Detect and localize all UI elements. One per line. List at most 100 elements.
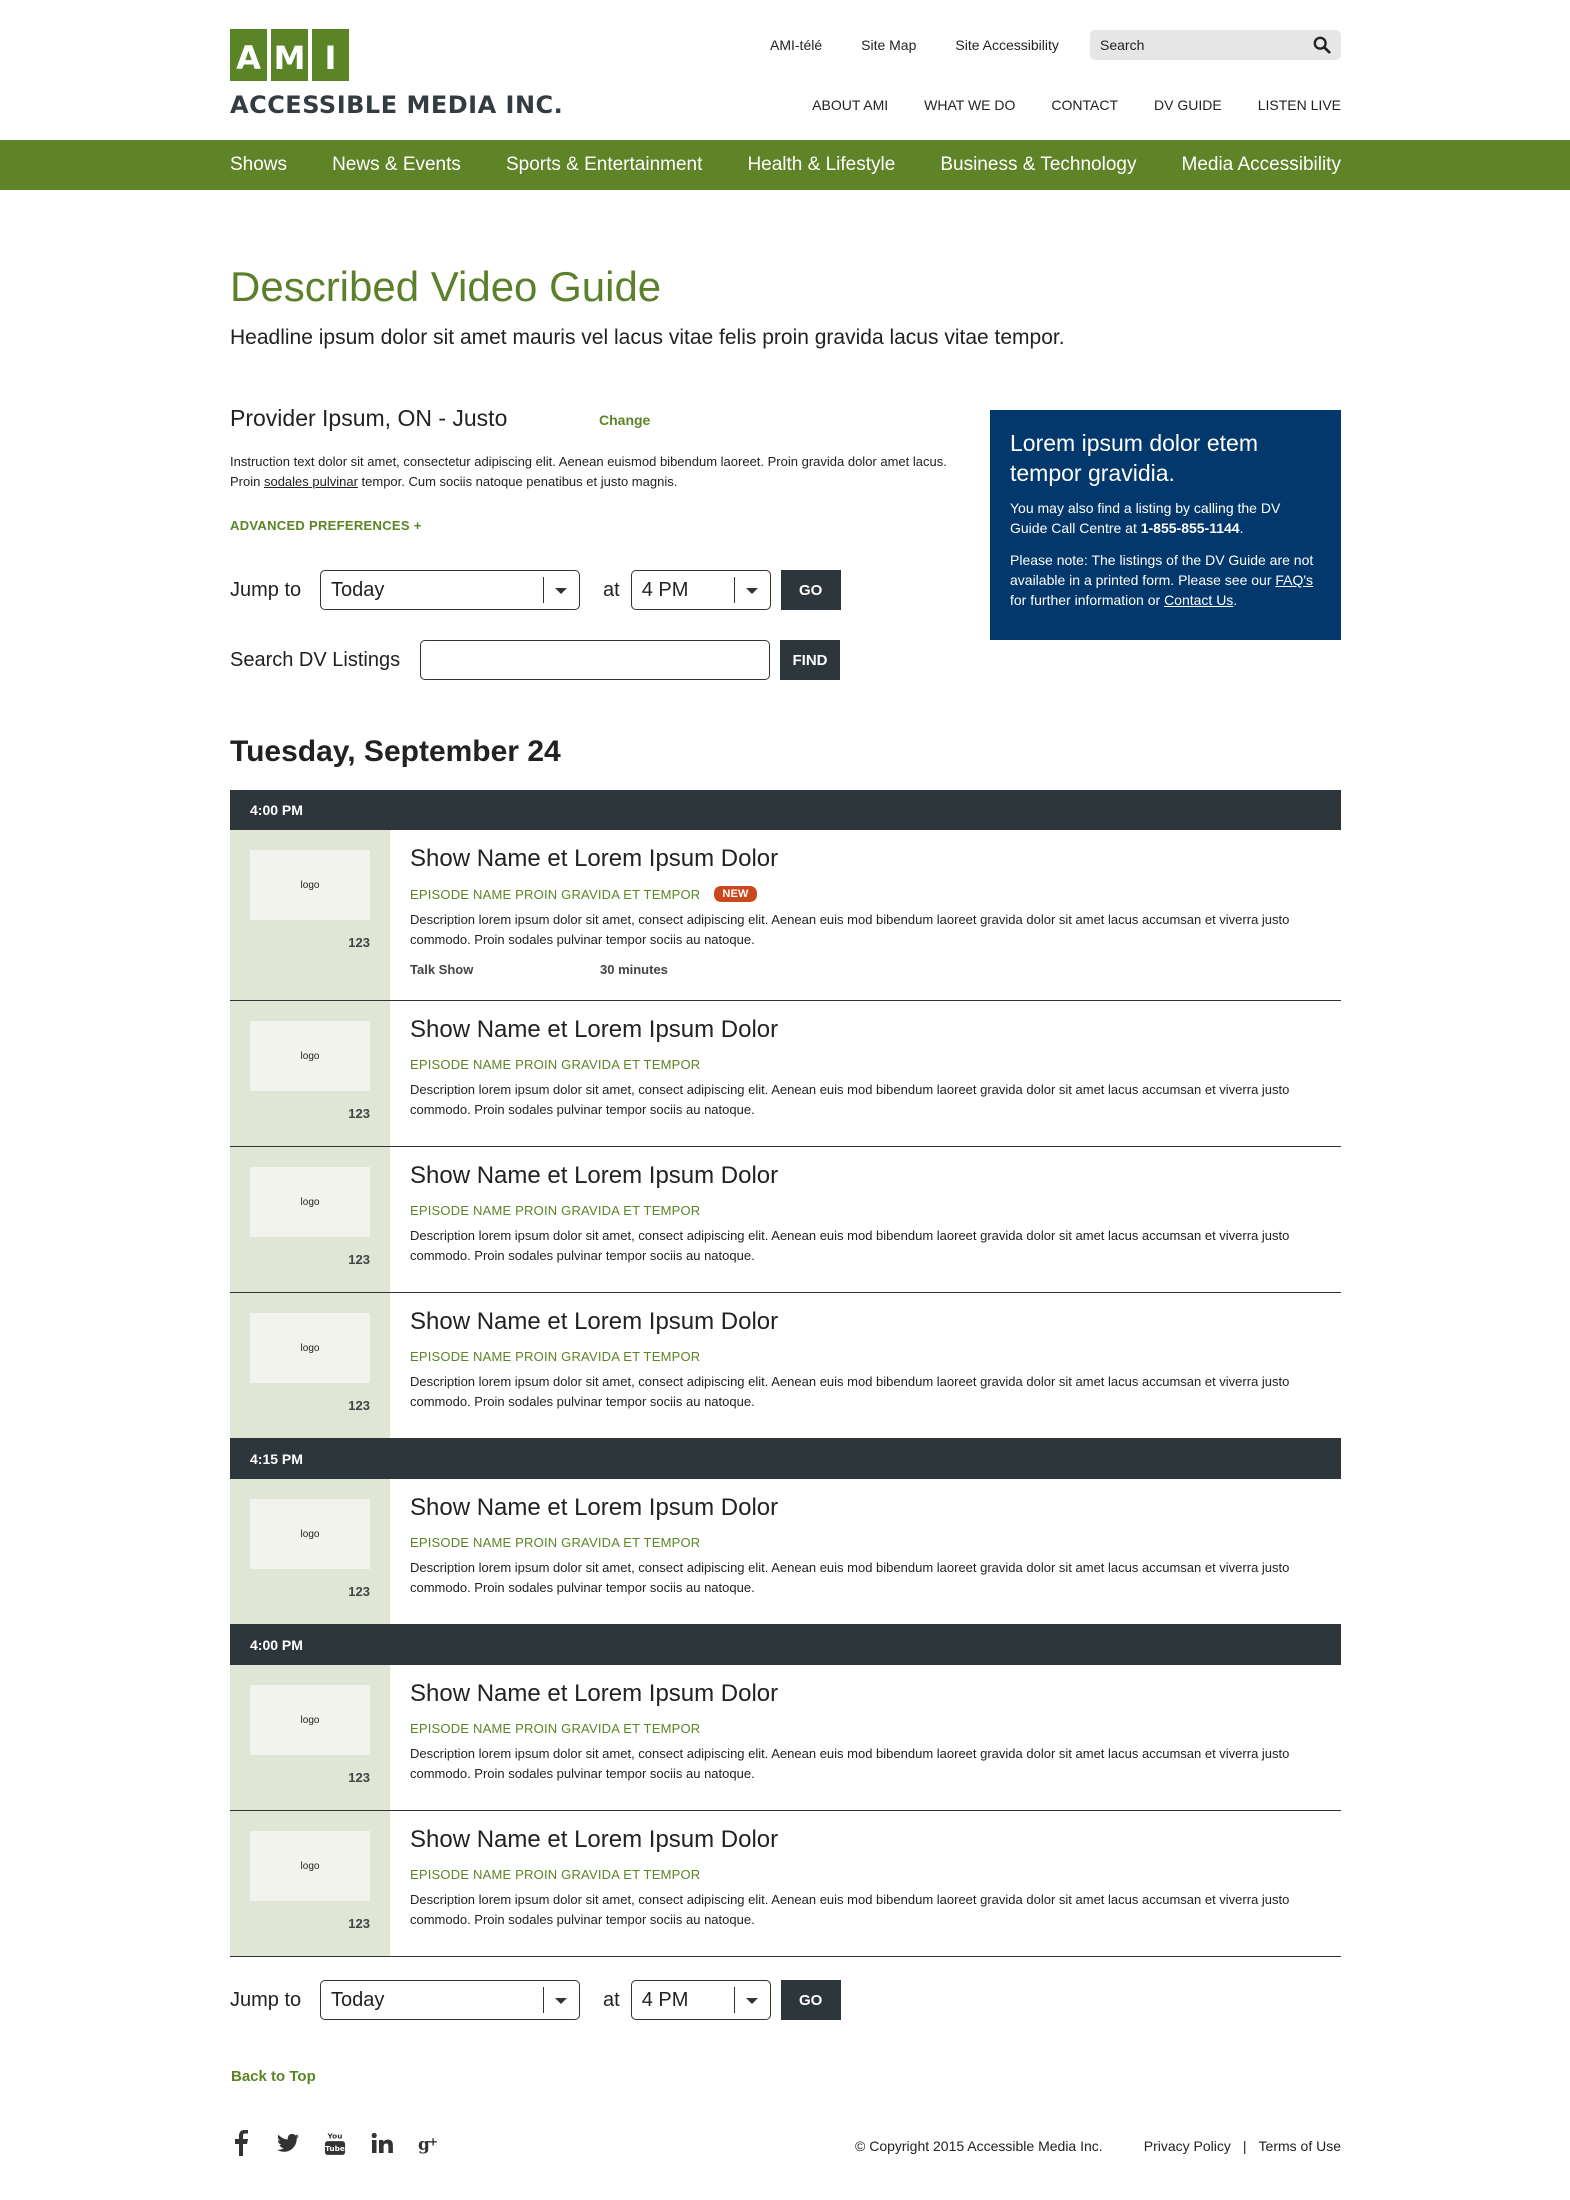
time-select-value: 4 PM	[641, 1988, 689, 2011]
footer-links: Privacy Policy | Terms of Use	[1144, 2138, 1341, 2154]
show-meta: Talk Show 30 minutes	[410, 962, 1321, 977]
channel-logo: logo	[250, 1313, 370, 1383]
callout-text: Please note: The listings of the DV Guid…	[1010, 552, 1314, 588]
site-search-input[interactable]: Search	[1090, 30, 1341, 60]
search-placeholder: Search	[1100, 37, 1145, 53]
contact-us-link[interactable]: Contact Us	[1164, 592, 1233, 608]
cat-business-technology[interactable]: Business & Technology	[940, 154, 1136, 176]
show-name[interactable]: Show Name et Lorem Ipsum Dolor	[410, 844, 1321, 874]
copyright-text: © Copyright 2015 Accessible Media Inc.	[855, 2138, 1103, 2154]
channel-number: 123	[348, 1106, 370, 1121]
callout-note: Please note: The listings of the DV Guid…	[1010, 550, 1321, 610]
chevron-down-icon	[745, 1998, 758, 2004]
advanced-preferences-toggle[interactable]: ADVANCED PREFERENCES +	[230, 518, 422, 533]
episode-name: EPISODE NAME PROIN GRAVIDA ET TEMPOR	[410, 886, 701, 902]
chevron-down-icon	[555, 1998, 567, 2004]
episode-name: EPISODE NAME PROIN GRAVIDA ET TEMPOR	[410, 1203, 701, 1218]
terms-of-use-link[interactable]: Terms of Use	[1259, 2138, 1341, 2154]
show-name[interactable]: Show Name et Lorem Ipsum Dolor	[410, 1679, 1321, 1709]
show-name[interactable]: Show Name et Lorem Ipsum Dolor	[410, 1161, 1321, 1191]
nav-listen-live[interactable]: LISTEN LIVE	[1258, 97, 1341, 113]
util-link-site-map[interactable]: Site Map	[861, 37, 916, 53]
listing-row[interactable]: logo 123 Show Name et Lorem Ipsum Dolor EPI…	[230, 1147, 1341, 1293]
listing-row[interactable]: logo 123 Show Name et Lorem Ipsum Dolor EPI…	[230, 1001, 1341, 1147]
footer-separator: |	[1242, 2138, 1247, 2154]
change-provider-link[interactable]: Change	[599, 412, 650, 428]
logo-letters: A M I	[230, 29, 563, 81]
listing-table: 4:00 PM logo 123 Show Name et Lorem Ipsum D…	[230, 790, 1341, 1957]
callout-title: Lorem ipsum dolor etem tempor gravidia.	[1010, 430, 1258, 486]
logo-wordmark: ACCESSIBLE MEDIA INC.	[230, 91, 564, 119]
jump-label: Jump to	[230, 578, 302, 601]
jump-to-row: Jump to Today at 4 PM GO	[230, 570, 841, 610]
channel-column: logo 123	[230, 1811, 390, 1956]
time-select[interactable]: 4 PM	[630, 570, 771, 610]
cat-news-events[interactable]: News & Events	[332, 154, 461, 176]
show-details: Show Name et Lorem Ipsum Dolor EPISODE NA…	[390, 830, 1341, 1000]
show-duration: 30 minutes	[600, 962, 668, 977]
show-name[interactable]: Show Name et Lorem Ipsum Dolor	[410, 1307, 1321, 1337]
show-description: Description lorem ipsum dolor sit amet, …	[410, 1560, 1290, 1595]
cat-sports-entertainment[interactable]: Sports & Entertainment	[506, 154, 702, 176]
show-description: Description lorem ipsum dolor sit amet, …	[410, 1892, 1290, 1927]
show-name[interactable]: Show Name et Lorem Ipsum Dolor	[410, 1825, 1321, 1855]
episode-name: EPISODE NAME PROIN GRAVIDA ET TEMPOR	[410, 1721, 701, 1736]
nav-what-we-do[interactable]: WHAT WE DO	[924, 97, 1015, 113]
twitter-icon[interactable]	[277, 2130, 299, 2156]
faq-link[interactable]: FAQ's	[1275, 572, 1313, 588]
util-link-ami-tele[interactable]: AMI-télé	[770, 37, 822, 53]
show-description: Description lorem ipsum dolor sit amet, …	[410, 1746, 1290, 1781]
callout-phone-text: You may also find a listing by calling t…	[1010, 498, 1321, 538]
channel-logo: logo	[250, 1167, 370, 1237]
linkedin-icon[interactable]	[371, 2130, 393, 2156]
listing-row[interactable]: logo 123 Show Name et Lorem Ipsum Dolor EPI…	[230, 1811, 1341, 1957]
channel-column: logo 123	[230, 1479, 390, 1624]
back-to-top-link[interactable]: Back to Top	[231, 2068, 316, 2085]
channel-logo: logo	[250, 850, 370, 920]
show-details: Show Name et Lorem Ipsum Dolor EPISODE NA…	[390, 1811, 1341, 1956]
cat-shows[interactable]: Shows	[230, 154, 287, 176]
new-badge: NEW	[714, 886, 757, 902]
go-button[interactable]: GO	[780, 1980, 841, 2020]
show-name[interactable]: Show Name et Lorem Ipsum Dolor	[410, 1015, 1321, 1045]
day-select[interactable]: Today	[320, 1980, 580, 2020]
listing-row[interactable]: logo 123 Show Name et Lorem Ipsum Dolor EPI…	[230, 1293, 1341, 1439]
nav-contact[interactable]: CONTACT	[1051, 97, 1118, 113]
cat-health-lifestyle[interactable]: Health & Lifestyle	[747, 154, 895, 176]
search-icon[interactable]	[1313, 36, 1331, 54]
instruction-link[interactable]: sodales pulvinar	[264, 474, 358, 489]
listing-row[interactable]: logo 123 Show Name et Lorem Ipsum Dolor EPI…	[230, 1479, 1341, 1625]
nav-dv-guide[interactable]: DV GUIDE	[1154, 97, 1222, 113]
episode-line: EPISODE NAME PROIN GRAVIDA ET TEMPOR	[410, 1867, 1321, 1882]
show-details: Show Name et Lorem Ipsum Dolor EPISODE NA…	[390, 1479, 1341, 1624]
channel-logo: logo	[250, 1685, 370, 1755]
listing-row[interactable]: logo 123 Show Name et Lorem Ipsum Dolor EPI…	[230, 1665, 1341, 1811]
callout-text: for further information or	[1010, 592, 1165, 608]
episode-name: EPISODE NAME PROIN GRAVIDA ET TEMPOR	[410, 1867, 701, 1882]
cat-media-accessibility[interactable]: Media Accessibility	[1182, 154, 1341, 176]
svg-text:+: +	[428, 2135, 438, 2149]
channel-column: logo 123	[230, 1147, 390, 1292]
channel-column: logo 123	[230, 830, 390, 1000]
youtube-icon[interactable]: You Tube	[324, 2130, 346, 2156]
episode-name: EPISODE NAME PROIN GRAVIDA ET TEMPOR	[410, 1349, 701, 1364]
privacy-policy-link[interactable]: Privacy Policy	[1144, 2138, 1231, 2154]
channel-logo: logo	[250, 1021, 370, 1091]
ami-logo[interactable]: A M I ACCESSIBLE MEDIA INC.	[230, 29, 563, 119]
nav-about-ami[interactable]: ABOUT AMI	[812, 97, 888, 113]
show-name[interactable]: Show Name et Lorem Ipsum Dolor	[410, 1493, 1321, 1523]
util-link-site-accessibility[interactable]: Site Accessibility	[955, 37, 1058, 53]
day-select[interactable]: Today	[320, 570, 580, 610]
google-plus-icon[interactable]: g +	[418, 2130, 440, 2156]
channel-number: 123	[348, 1916, 370, 1931]
facebook-icon[interactable]	[230, 2130, 252, 2156]
find-button[interactable]: FIND	[780, 640, 840, 680]
time-select[interactable]: 4 PM	[630, 1980, 771, 2020]
channel-logo: logo	[250, 1499, 370, 1569]
show-genre: Talk Show	[410, 962, 474, 977]
time-select-value: 4 PM	[641, 578, 689, 601]
go-button[interactable]: GO	[780, 570, 841, 610]
listing-row[interactable]: logo 123 Show Name et Lorem Ipsum Dolor EPI…	[230, 830, 1341, 1001]
search-listings-input[interactable]	[420, 640, 770, 680]
instruction-text: Instruction text dolor sit amet, consect…	[230, 452, 950, 492]
